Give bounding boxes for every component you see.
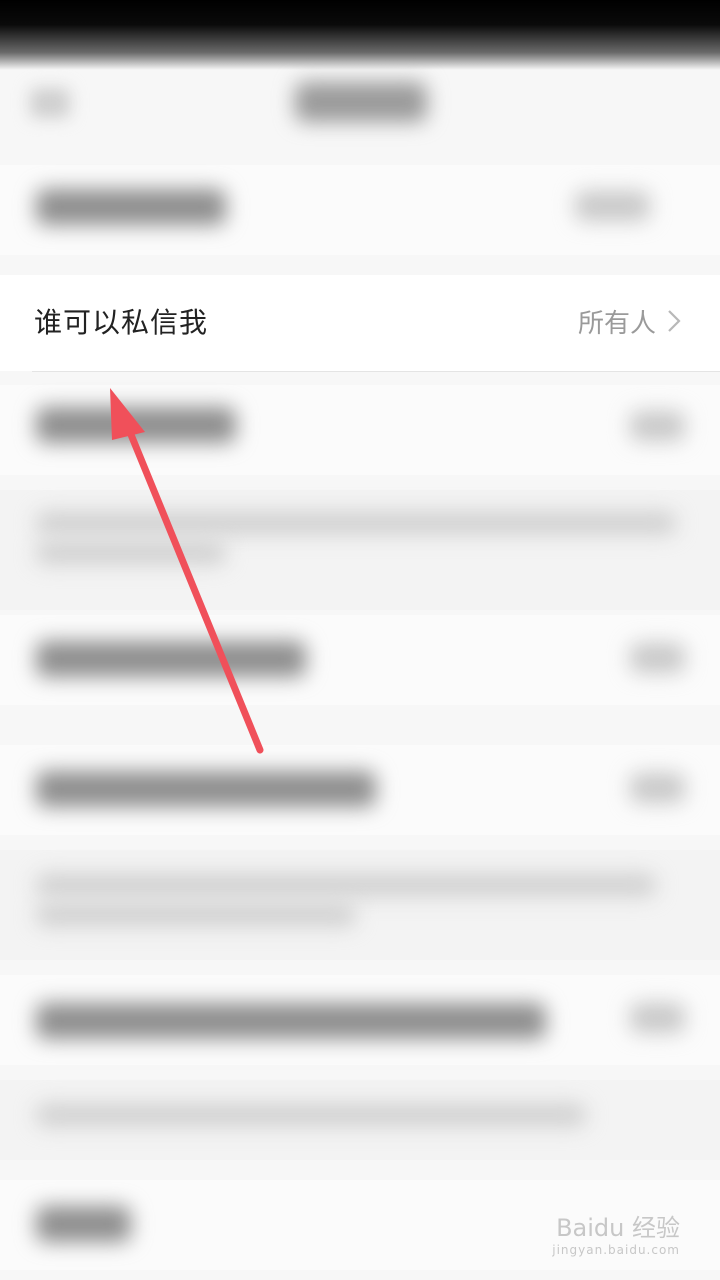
blurred-description: [0, 1080, 720, 1160]
who-can-message-me-row[interactable]: 谁可以私信我 所有人: [0, 275, 720, 371]
blurred-setting-row[interactable]: [0, 975, 720, 1065]
blurred-setting-row[interactable]: [0, 385, 720, 475]
blurred-setting-row[interactable]: [0, 745, 720, 835]
baidu-watermark: Baidu 经验 jingyan.baidu.com: [552, 1214, 680, 1257]
page-title-blurred: [295, 82, 427, 122]
status-bar: [0, 0, 720, 70]
setting-label: 谁可以私信我: [34, 306, 209, 339]
setting-value: 所有人: [577, 309, 656, 339]
blurred-description: [0, 490, 720, 610]
back-icon[interactable]: [30, 88, 70, 118]
blurred-description: [0, 850, 720, 960]
blurred-setting-row[interactable]: [0, 165, 720, 255]
blurred-setting-row[interactable]: [0, 615, 720, 705]
chevron-right-icon: [668, 310, 681, 332]
row-divider: [32, 371, 720, 372]
